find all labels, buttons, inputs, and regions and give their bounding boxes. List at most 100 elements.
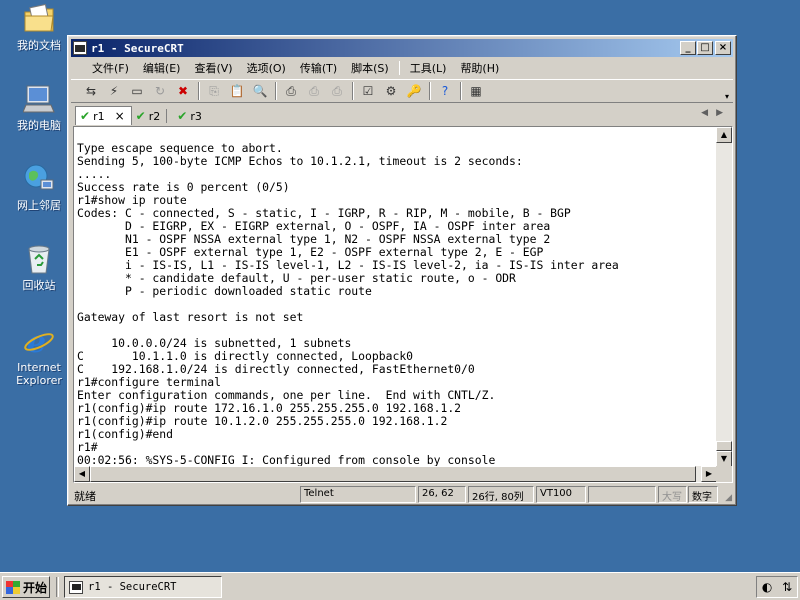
connected-check-icon: ✔ bbox=[80, 109, 91, 123]
toolbar-separator bbox=[429, 82, 431, 100]
securecrt-window: r1 - SecureCRT _ □ × 文件(F) 编辑(E) 查看(V) 选… bbox=[67, 35, 737, 506]
tray-network-icon[interactable]: ⇅ bbox=[782, 580, 792, 594]
taskbar-item-label: r1 - SecureCRT bbox=[88, 581, 177, 593]
status-cursor-position: 26, 62 bbox=[418, 486, 466, 503]
system-tray: ◐ ⇅ bbox=[756, 576, 798, 598]
scroll-left-icon[interactable]: ◀ bbox=[74, 466, 90, 482]
minimize-button[interactable]: _ bbox=[680, 41, 696, 55]
vertical-scrollbar[interactable]: ▲ ▼ bbox=[716, 127, 732, 467]
desktop-icon-recycle-bin[interactable]: 回收站 bbox=[6, 242, 72, 292]
reconnect-icon[interactable]: ↻ bbox=[150, 82, 170, 100]
network-icon bbox=[22, 162, 56, 196]
start-button[interactable]: 开始 bbox=[2, 576, 50, 598]
session-tab-bar: ✔ r1 × ✔ r2 ✔ r3 ◀ ▶ bbox=[71, 105, 733, 125]
desktop-icon-label: 回收站 bbox=[22, 279, 56, 292]
terminal-line: Sending 5, 100-byte ICMP Echos to 10.1.2… bbox=[77, 154, 523, 168]
menu-tools[interactable]: 工具(L) bbox=[403, 60, 454, 76]
status-num-lock: 数字 bbox=[688, 486, 718, 503]
connect-icon[interactable]: ⇆ bbox=[81, 82, 101, 100]
status-emulation: VT100 bbox=[536, 486, 586, 503]
horizontal-scroll-thumb[interactable] bbox=[90, 466, 696, 482]
global-options-icon[interactable]: ⚙ bbox=[381, 82, 401, 100]
internet-explorer-icon: e bbox=[22, 324, 56, 358]
menu-separator bbox=[398, 61, 400, 75]
resize-grip-icon[interactable]: ◢ bbox=[725, 493, 732, 503]
quick-connect-icon[interactable]: ⚡ bbox=[104, 82, 124, 100]
terminal-line: P - periodic downloaded static route bbox=[77, 284, 372, 298]
connect-tab-icon[interactable]: ▭ bbox=[127, 82, 147, 100]
toolbar: ⇆ ⚡ ▭ ↻ ✖ ⎘ 📋 🔍 ⎙ ⎙ ⎙ ☑ ⚙ 🔑 ? ▦ ▾ bbox=[71, 79, 733, 103]
terminal-line: Gateway of last resort is not set bbox=[77, 310, 304, 324]
connected-check-icon: ✔ bbox=[135, 109, 146, 123]
toolbar-separator bbox=[198, 82, 200, 100]
help-icon[interactable]: ? bbox=[435, 82, 455, 100]
paste-icon[interactable]: 📋 bbox=[227, 82, 247, 100]
desktop-icon-network-places[interactable]: 网上邻居 bbox=[6, 162, 72, 212]
menu-help[interactable]: 帮助(H) bbox=[453, 60, 506, 76]
print-setup-icon[interactable]: ⎙ bbox=[327, 82, 347, 100]
disconnect-icon[interactable]: ✖ bbox=[173, 82, 193, 100]
start-label: 开始 bbox=[23, 580, 48, 595]
desktop-icon-label: 网上邻居 bbox=[17, 199, 61, 212]
folder-documents-icon bbox=[22, 2, 56, 36]
horizontal-scrollbar[interactable]: ◀ ▶ bbox=[74, 466, 717, 482]
status-empty-panel bbox=[588, 486, 656, 503]
toolbar-chevron-icon[interactable]: ▾ bbox=[725, 92, 729, 101]
menu-bar: 文件(F) 编辑(E) 查看(V) 选项(O) 传输(T) 脚本(S) 工具(L… bbox=[71, 58, 733, 78]
terminal-output[interactable]: Type escape sequence to abort. Sending 5,… bbox=[74, 127, 717, 467]
session-options-icon[interactable]: ☑ bbox=[358, 82, 378, 100]
print-selection-icon[interactable]: ⎙ bbox=[304, 82, 324, 100]
toolbar-separator bbox=[275, 82, 277, 100]
tab-scroll-right-icon[interactable]: ▶ bbox=[716, 108, 723, 118]
close-button[interactable]: × bbox=[715, 41, 731, 55]
keymap-icon[interactable]: 🔑 bbox=[404, 82, 424, 100]
toolbar-separator bbox=[352, 82, 354, 100]
tray-monitor-icon[interactable]: ◐ bbox=[762, 580, 772, 594]
connected-check-icon: ✔ bbox=[177, 109, 188, 123]
print-icon[interactable]: ⎙ bbox=[281, 82, 301, 100]
tab-r1[interactable]: ✔ r1 × bbox=[75, 106, 132, 125]
menu-view[interactable]: 查看(V) bbox=[187, 60, 239, 76]
menu-edit[interactable]: 编辑(E) bbox=[136, 60, 188, 76]
tab-r3[interactable]: ✔ r3 bbox=[173, 107, 208, 125]
desktop-icon-my-documents[interactable]: 我的文档 bbox=[6, 2, 72, 52]
find-icon[interactable]: 🔍 bbox=[250, 82, 270, 100]
menu-script[interactable]: 脚本(S) bbox=[344, 60, 396, 76]
menu-transfer[interactable]: 传输(T) bbox=[293, 60, 344, 76]
maximize-button[interactable]: □ bbox=[697, 41, 713, 55]
securecrt-app-icon bbox=[69, 580, 83, 594]
tab-label: r3 bbox=[190, 109, 202, 123]
toolbar-separator bbox=[460, 82, 462, 100]
copy-icon[interactable]: ⎘ bbox=[204, 82, 224, 100]
desktop-icon-my-computer[interactable]: 我的电脑 bbox=[6, 82, 72, 132]
scroll-up-icon[interactable]: ▲ bbox=[716, 127, 732, 143]
terminal-line: r1(config)#end bbox=[77, 427, 174, 441]
status-caps-lock: 大写 bbox=[658, 486, 687, 503]
tab-label: r2 bbox=[148, 109, 161, 123]
menu-options[interactable]: 选项(O) bbox=[240, 60, 293, 76]
terminal-line: r1(config)#ip route 10.1.2.0 255.255.255… bbox=[77, 414, 448, 428]
desktop-icon-internet-explorer[interactable]: e Internet Explorer bbox=[6, 324, 72, 387]
tab-scroll-left-icon[interactable]: ◀ bbox=[701, 108, 708, 118]
desktop-icon-label: Internet Explorer bbox=[16, 361, 62, 387]
terminal-frame: Type escape sequence to abort. Sending 5,… bbox=[73, 126, 733, 483]
recycle-bin-icon bbox=[22, 242, 56, 276]
scroll-right-icon[interactable]: ▶ bbox=[701, 466, 717, 482]
tab-separator bbox=[166, 109, 168, 123]
tab-close-icon[interactable]: × bbox=[115, 109, 125, 123]
desktop-icon-label: 我的电脑 bbox=[17, 119, 61, 132]
status-ready: 就绪 bbox=[74, 490, 96, 503]
vertical-scroll-thumb[interactable] bbox=[716, 441, 732, 451]
about-icon[interactable]: ▦ bbox=[466, 82, 486, 100]
desktop-icon-label: 我的文档 bbox=[17, 39, 61, 52]
scroll-down-icon[interactable]: ▼ bbox=[716, 451, 732, 467]
status-bar: 就绪 Telnet 26, 62 26行, 80列 VT100 大写 数字 ◢ bbox=[71, 486, 733, 504]
taskbar-item-securecrt[interactable]: r1 - SecureCRT bbox=[64, 576, 222, 598]
title-bar[interactable]: r1 - SecureCRT _ □ × bbox=[71, 39, 733, 57]
menu-file[interactable]: 文件(F) bbox=[85, 60, 136, 76]
window-title: r1 - SecureCRT bbox=[91, 41, 184, 55]
tab-r2[interactable]: ✔ r2 bbox=[132, 107, 174, 125]
taskbar: 开始 r1 - SecureCRT ◐ ⇅ bbox=[0, 572, 800, 600]
taskbar-separator bbox=[56, 577, 59, 597]
app-icon bbox=[73, 41, 87, 55]
